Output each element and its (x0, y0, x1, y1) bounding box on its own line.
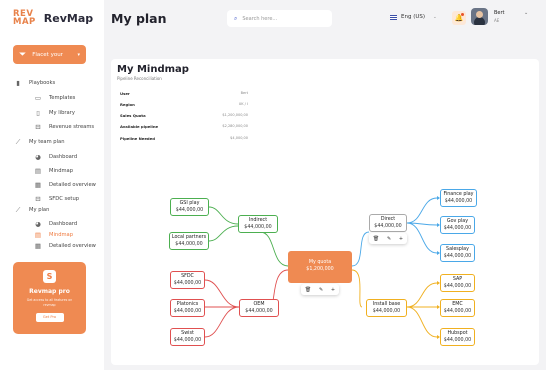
sidebar-item-playbooks[interactable]: ▮ Playbooks (14, 79, 55, 87)
map-icon: ▤ (34, 167, 42, 175)
language-label: Eng (US) (401, 14, 426, 20)
cart-icon: ⊟ (35, 195, 41, 203)
sidebar-item-my-plan[interactable]: ⟋ My plan (14, 206, 50, 214)
mindmap-card: My Mindmap Pipeline Reconciliation User … (111, 59, 539, 365)
table-icon: ▦ (34, 181, 42, 189)
node-local-partners[interactable]: Local partners $44,000,00 (169, 232, 209, 250)
sidebar-item-revenue-streams[interactable]: ⊟ Revenue streams (34, 123, 94, 131)
node-swist[interactable]: Swist $44,000,00 (170, 328, 205, 346)
add-icon[interactable]: + (331, 287, 335, 293)
book-icon: ▯ (36, 109, 40, 117)
bar-chart-icon: ▮ (16, 79, 20, 87)
node-platonics[interactable]: Platonics $44,000,00 (170, 299, 205, 317)
user-name: Bert (494, 10, 505, 16)
user-role: AE (494, 18, 500, 23)
node-emc[interactable]: EMC $44,000,00 (440, 299, 475, 317)
trend-icon: ⟋ (15, 206, 21, 214)
node-gov-play[interactable]: Gov play $44,000,00 (440, 216, 475, 234)
delete-icon[interactable]: 🗑 (305, 287, 311, 293)
node-salesplay[interactable]: Salesplay $44,000,00 (440, 244, 475, 262)
notification-button[interactable]: 🔔 (452, 11, 466, 25)
node-indirect[interactable]: Indirect $44,000,00 (238, 215, 278, 233)
promo-title: Revmap pro (29, 288, 70, 295)
filter-button[interactable]: ⏷ Flacet your ▾ (13, 45, 86, 64)
sidebar-item-templates[interactable]: ▭ Templates (34, 94, 75, 102)
central-node-my-quota[interactable]: My quota $1,200,000 (288, 251, 352, 283)
user-menu-chevron-icon[interactable]: ⌄ (524, 10, 528, 16)
sidebar: REV MAP RevMap ⏷ Flacet your ▾ ▮ Playbooks… (0, 0, 104, 370)
filter-icon: ⏷ (19, 49, 27, 60)
trend-icon: ⟋ (15, 138, 21, 146)
node-gsi-play[interactable]: GSI play $44,000,00 (170, 198, 209, 216)
sidebar-item-plan-dashboard[interactable]: ◕ Dashboard (34, 220, 77, 228)
brand-name: RevMap (43, 11, 94, 25)
us-flag-icon (390, 14, 397, 20)
logo[interactable]: REV MAP RevMap (13, 9, 94, 27)
document-icon: ▭ (34, 94, 42, 102)
central-node-toolbar: 🗑 ✎ + (301, 284, 339, 295)
sidebar-item-my-library[interactable]: ▯ My library (34, 109, 75, 117)
chevron-down-icon: ▾ (77, 51, 80, 58)
cart-icon: ⊟ (35, 123, 41, 131)
add-icon[interactable]: + (399, 236, 403, 242)
edit-icon[interactable]: ✎ (319, 287, 323, 293)
pie-icon: ◕ (35, 153, 41, 161)
avatar[interactable] (471, 8, 488, 25)
language-selector[interactable]: Eng (US) ⌄ (390, 14, 437, 20)
search-icon: ⌕ (234, 14, 238, 22)
notification-dot (461, 13, 464, 16)
page-title: My plan (111, 11, 167, 26)
promo-card: S Revmap pro Get access to all features … (13, 262, 86, 334)
sidebar-item-sfdc-setup[interactable]: ⊟ SFDC setup (34, 195, 79, 203)
promo-description: Get access to all features on revmap (26, 298, 73, 307)
sidebar-item-team-detailed-overview[interactable]: ▦ Detailed overview (34, 181, 96, 189)
node-oem[interactable]: OEM $44,000,00 (239, 299, 279, 317)
search-input[interactable]: Search here... (242, 16, 277, 22)
sidebar-item-plan-mindmap[interactable]: ▤ Mindmap (34, 231, 73, 239)
node-direct[interactable]: Direct $44,000,00 (369, 214, 407, 232)
logo-mark: REV MAP (13, 9, 36, 27)
sidebar-item-my-team-plan[interactable]: ⟋ My team plan (14, 138, 65, 146)
sidebar-item-team-mindmap[interactable]: ▤ Mindmap (34, 167, 73, 175)
search-bar[interactable]: ⌕ Search here... (227, 10, 332, 27)
filter-label: Flacet your (32, 51, 63, 58)
pie-icon: ◕ (35, 220, 41, 228)
revmap-pro-icon: S (43, 270, 56, 283)
table-icon: ▦ (34, 242, 42, 250)
map-icon: ▤ (34, 231, 42, 239)
node-finance-play[interactable]: Finance play $44,000,00 (440, 189, 477, 207)
node-hubspot[interactable]: Hubspot $44,000,00 (440, 328, 475, 346)
chevron-down-icon: ⌄ (433, 14, 437, 20)
get-pro-button[interactable]: Get Pro (35, 313, 64, 322)
node-install-base[interactable]: Install base $44,000,00 (366, 299, 407, 317)
direct-node-toolbar: 🗑 ✎ + (369, 233, 407, 244)
sidebar-item-plan-detailed-overview[interactable]: ▦ Detailed overview (34, 242, 96, 250)
node-sfdc[interactable]: SFDC $44,000,00 (170, 271, 205, 289)
edit-icon[interactable]: ✎ (387, 236, 391, 242)
delete-icon[interactable]: 🗑 (373, 236, 379, 242)
node-sap[interactable]: SAP $44,000,00 (440, 274, 475, 292)
sidebar-item-team-dashboard[interactable]: ◕ Dashboard (34, 153, 77, 161)
